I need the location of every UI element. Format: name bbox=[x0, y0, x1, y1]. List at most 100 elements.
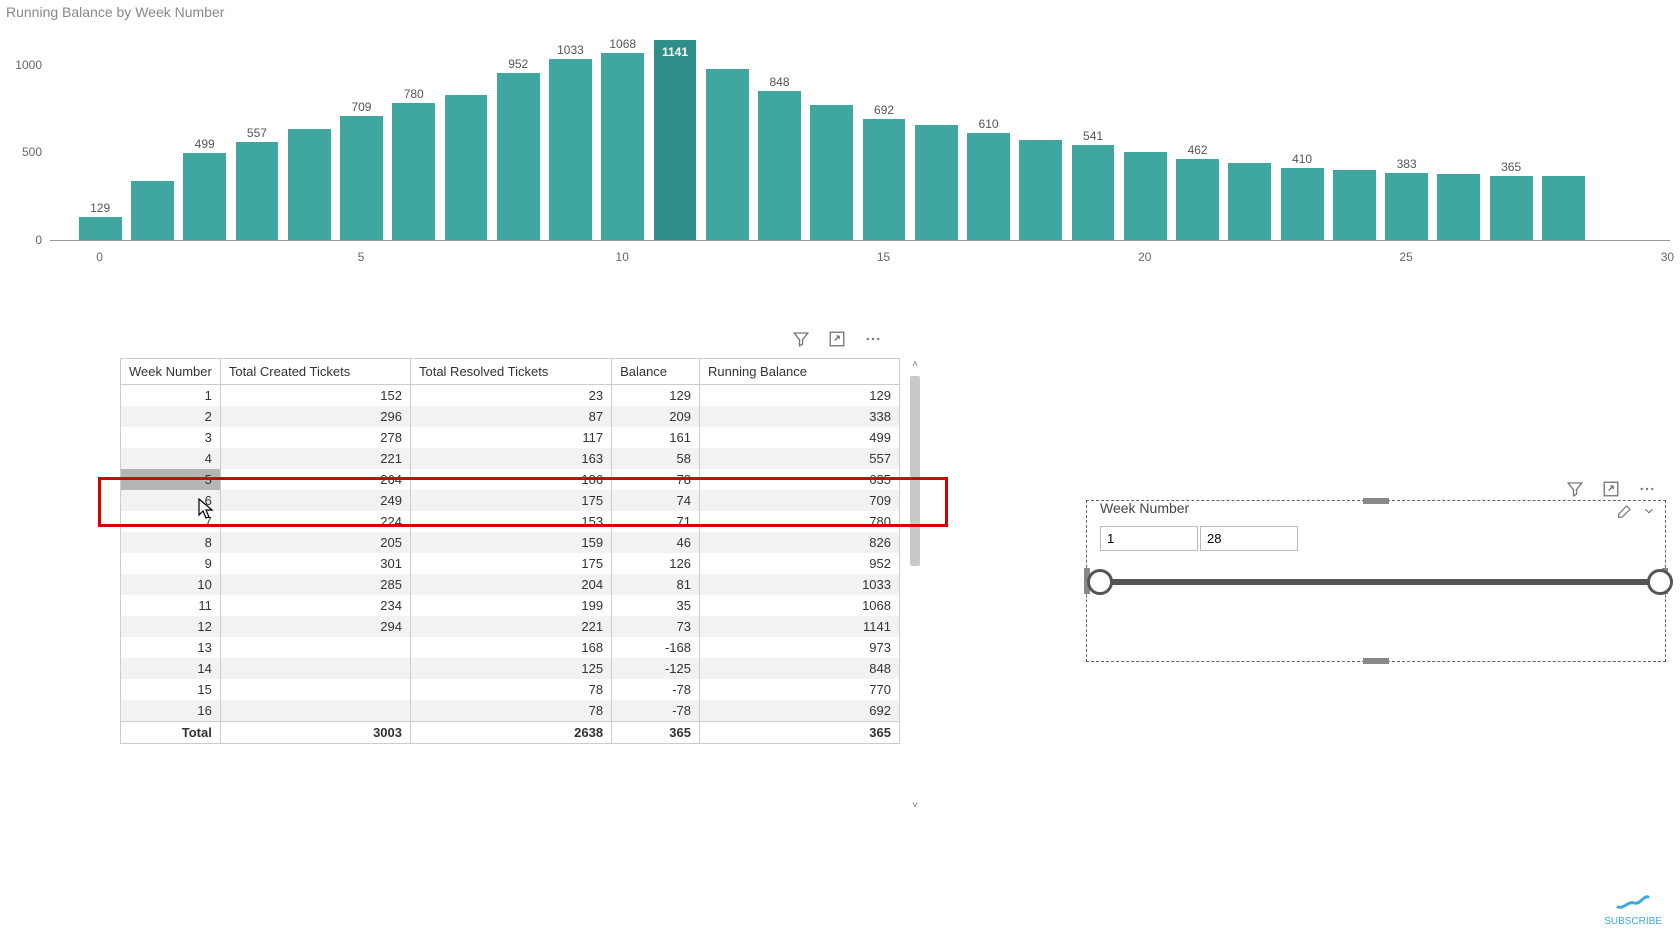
table-cell[interactable]: 301 bbox=[220, 553, 410, 574]
table-cell[interactable]: 557 bbox=[700, 448, 900, 469]
table-cell[interactable]: 175 bbox=[410, 490, 611, 511]
table-cell[interactable]: 129 bbox=[612, 385, 700, 407]
table-cell[interactable]: 78 bbox=[612, 469, 700, 490]
table-cell[interactable]: 848 bbox=[700, 658, 900, 679]
table-cell[interactable]: 74 bbox=[612, 490, 700, 511]
chevron-down-icon[interactable] bbox=[1642, 504, 1656, 523]
chart-bar[interactable] bbox=[1542, 176, 1585, 240]
chart-bar[interactable] bbox=[1333, 170, 1376, 240]
table-cell[interactable]: -125 bbox=[612, 658, 700, 679]
table-cell[interactable]: 168 bbox=[410, 637, 611, 658]
table-scrollbar[interactable]: ˄ ˅ bbox=[908, 358, 922, 813]
table-cell[interactable]: 204 bbox=[410, 574, 611, 595]
table-cell[interactable]: 3 bbox=[121, 427, 221, 448]
table-cell[interactable]: 264 bbox=[220, 469, 410, 490]
table-row[interactable]: 526418678635 bbox=[121, 469, 900, 490]
table-row[interactable]: 13168-168973 bbox=[121, 637, 900, 658]
chart-bar[interactable] bbox=[1437, 174, 1480, 240]
column-header[interactable]: Balance bbox=[612, 359, 700, 385]
table-cell[interactable]: 205 bbox=[220, 532, 410, 553]
chart-bar[interactable] bbox=[131, 181, 174, 240]
chart-bar[interactable] bbox=[810, 105, 853, 240]
table-row[interactable]: 1578-78770 bbox=[121, 679, 900, 700]
table-row[interactable]: 820515946826 bbox=[121, 532, 900, 553]
table-cell[interactable]: 285 bbox=[220, 574, 410, 595]
table-cell[interactable]: -168 bbox=[612, 637, 700, 658]
filter-icon[interactable] bbox=[792, 330, 810, 348]
chart-bar[interactable]: 952 bbox=[497, 73, 540, 240]
table-cell[interactable]: 10 bbox=[121, 574, 221, 595]
table-cell[interactable]: 159 bbox=[410, 532, 611, 553]
chart-bar[interactable] bbox=[915, 125, 958, 240]
table-cell[interactable] bbox=[220, 637, 410, 658]
table-row[interactable]: 422116358557 bbox=[121, 448, 900, 469]
chart-bar[interactable]: 1033 bbox=[549, 59, 592, 240]
slicer-max-input[interactable] bbox=[1200, 526, 1298, 551]
table-cell[interactable]: 499 bbox=[700, 427, 900, 448]
table-cell[interactable]: 5 bbox=[121, 469, 221, 490]
scroll-thumb[interactable] bbox=[910, 376, 920, 566]
table-cell[interactable] bbox=[220, 658, 410, 679]
table-cell[interactable]: 152 bbox=[220, 385, 410, 407]
chart-bar[interactable]: 383 bbox=[1385, 173, 1428, 240]
column-header[interactable]: Total Resolved Tickets bbox=[410, 359, 611, 385]
filter-icon[interactable] bbox=[1566, 480, 1584, 498]
table-cell[interactable]: 209 bbox=[612, 406, 700, 427]
chart-bar[interactable]: 365 bbox=[1490, 176, 1533, 240]
table-cell[interactable]: 35 bbox=[612, 595, 700, 616]
table-row[interactable]: 624917574709 bbox=[121, 490, 900, 511]
column-header[interactable]: Week Number bbox=[121, 359, 221, 385]
table-cell[interactable]: 294 bbox=[220, 616, 410, 637]
table-cell[interactable]: 58 bbox=[612, 448, 700, 469]
focus-icon[interactable] bbox=[828, 330, 846, 348]
table-cell[interactable]: 81 bbox=[612, 574, 700, 595]
table-cell[interactable]: 1033 bbox=[700, 574, 900, 595]
table-cell[interactable]: 770 bbox=[700, 679, 900, 700]
table-cell[interactable]: 117 bbox=[410, 427, 611, 448]
chart-bar[interactable]: 780 bbox=[392, 103, 435, 240]
table-cell[interactable]: 2 bbox=[121, 406, 221, 427]
scroll-down-icon[interactable]: ˅ bbox=[910, 801, 920, 811]
chart-bar[interactable]: 709 bbox=[340, 116, 383, 240]
table-cell[interactable]: -78 bbox=[612, 679, 700, 700]
data-table[interactable]: Week NumberTotal Created TicketsTotal Re… bbox=[120, 358, 910, 813]
chart-bar[interactable]: 499 bbox=[183, 153, 226, 240]
chart-bar[interactable]: 610 bbox=[967, 133, 1010, 240]
table-cell[interactable]: 278 bbox=[220, 427, 410, 448]
table-cell[interactable]: 126 bbox=[612, 553, 700, 574]
table-row[interactable]: 722415371780 bbox=[121, 511, 900, 532]
table-row[interactable]: 9301175126952 bbox=[121, 553, 900, 574]
chart-bar[interactable] bbox=[288, 129, 331, 240]
table-cell[interactable]: 161 bbox=[612, 427, 700, 448]
table-cell[interactable]: 23 bbox=[410, 385, 611, 407]
chart-bar[interactable] bbox=[1124, 152, 1167, 240]
table-cell[interactable]: 13 bbox=[121, 637, 221, 658]
table-cell[interactable]: 199 bbox=[410, 595, 611, 616]
table-cell[interactable]: 224 bbox=[220, 511, 410, 532]
table-cell[interactable]: 249 bbox=[220, 490, 410, 511]
table-cell[interactable]: 234 bbox=[220, 595, 410, 616]
more-icon[interactable] bbox=[1638, 480, 1656, 498]
table-cell[interactable]: 78 bbox=[410, 700, 611, 722]
table-cell[interactable]: 129 bbox=[700, 385, 900, 407]
chart-bar[interactable]: 410 bbox=[1281, 168, 1324, 240]
table-cell[interactable]: 9 bbox=[121, 553, 221, 574]
table-cell[interactable]: 46 bbox=[612, 532, 700, 553]
table-row[interactable]: 12294221731141 bbox=[121, 616, 900, 637]
table-cell[interactable]: 186 bbox=[410, 469, 611, 490]
column-header[interactable]: Total Created Tickets bbox=[220, 359, 410, 385]
focus-icon[interactable] bbox=[1602, 480, 1620, 498]
table-cell[interactable]: 338 bbox=[700, 406, 900, 427]
table-row[interactable]: 14125-125848 bbox=[121, 658, 900, 679]
chart-bar[interactable]: 557 bbox=[236, 142, 279, 240]
bar-chart[interactable]: Running Balance by Week Number 05001000 … bbox=[0, 0, 1680, 265]
table-cell[interactable]: 71 bbox=[612, 511, 700, 532]
table-cell[interactable]: 125 bbox=[410, 658, 611, 679]
table-row[interactable]: 3278117161499 bbox=[121, 427, 900, 448]
table-cell[interactable]: 8 bbox=[121, 532, 221, 553]
table-cell[interactable]: 11 bbox=[121, 595, 221, 616]
table-cell[interactable]: 296 bbox=[220, 406, 410, 427]
table-cell[interactable] bbox=[220, 700, 410, 722]
table-cell[interactable] bbox=[220, 679, 410, 700]
table-cell[interactable]: 73 bbox=[612, 616, 700, 637]
